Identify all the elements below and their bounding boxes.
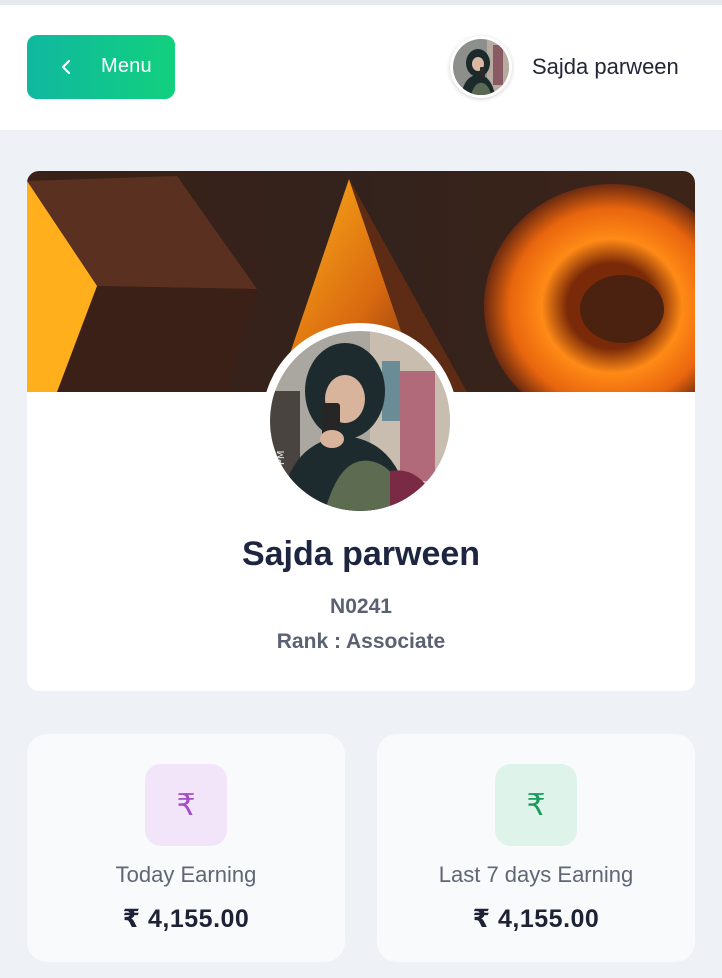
member-rank: Rank : Associate [276,630,446,653]
menu-button[interactable]: Menu [27,35,175,99]
stat-value: ₹ 4,155.00 [122,905,250,933]
profile-card: 56 PM Sajda parween N0241 Rank : Associa… [27,171,695,691]
chevron-left-icon [61,59,71,75]
avatar-photo [453,39,509,95]
profile-photo: 56 PM [270,331,450,511]
app-header: Menu Sajda parween [0,5,722,130]
profile-name: Sajda parween [241,535,481,573]
menu-button-label: Menu [101,55,152,77]
rupee-icon: ₹ [495,764,577,846]
svg-text:56 PM: 56 PM [276,450,287,481]
avatar[interactable] [450,36,512,98]
stat-label: Today Earning [115,862,257,887]
stat-value: ₹ 4,155.00 [472,905,600,933]
today-earning-card[interactable]: ₹ Today Earning ₹ 4,155.00 [27,734,345,962]
last-7-days-earning-card[interactable]: ₹ Last 7 days Earning ₹ 4,155.00 [377,734,695,962]
header-user-name: Sajda parween [532,54,679,79]
member-id: N0241 [330,595,392,618]
rupee-icon: ₹ [145,764,227,846]
user-chip[interactable]: Sajda parween [450,35,679,99]
profile-avatar[interactable]: 56 PM [262,323,458,519]
stat-label: Last 7 days Earning [438,862,634,887]
